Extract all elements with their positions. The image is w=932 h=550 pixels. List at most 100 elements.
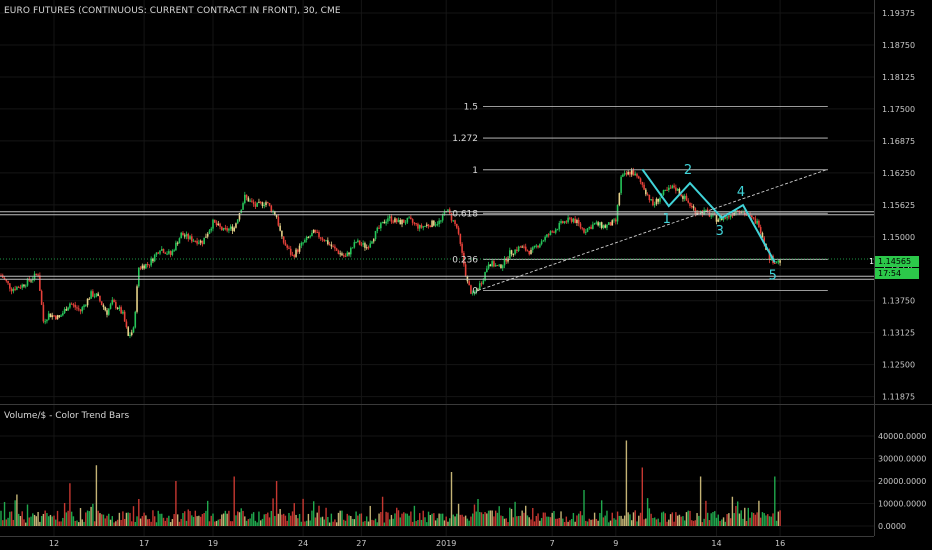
volume-bar <box>682 516 684 526</box>
volume-bar <box>646 498 649 526</box>
candle-body <box>337 250 340 254</box>
volume-bar <box>537 513 539 526</box>
candle-body <box>632 170 635 176</box>
volume-bar <box>30 516 32 526</box>
volume-bar <box>399 517 401 526</box>
volume-bar <box>97 510 99 526</box>
elliott-wave-label: 4 <box>737 185 745 200</box>
volume-bar <box>461 514 463 526</box>
fib-level-label: 1.5 <box>464 102 478 112</box>
candle-body <box>487 264 490 269</box>
candle-body <box>289 248 292 255</box>
candle-body <box>751 215 753 218</box>
volume-bar <box>21 511 23 526</box>
candle-body <box>132 327 135 333</box>
volume-bar <box>770 516 772 526</box>
candle-body <box>729 215 732 218</box>
candle-body <box>607 222 610 225</box>
volume-bar <box>313 501 315 526</box>
volume-bar <box>774 476 776 526</box>
candle-body <box>775 262 778 264</box>
volume-bar <box>484 512 486 526</box>
volume-bar <box>180 518 182 526</box>
chart-canvas[interactable]: 1.51.27210.6180.2360123451.193751.187501… <box>0 0 932 550</box>
volume-bar <box>169 522 172 526</box>
volume-bar <box>519 515 522 526</box>
volume-bar <box>701 522 704 526</box>
volume-bar <box>286 520 288 526</box>
volume-bar <box>691 520 693 526</box>
volume-bar <box>572 512 575 526</box>
candle-body <box>422 226 425 228</box>
volume-bar <box>284 515 287 526</box>
candle-body <box>758 220 760 228</box>
volume-bar <box>659 522 661 526</box>
volume-bar <box>67 510 69 526</box>
candle-body <box>334 246 336 249</box>
volume-bar <box>212 513 214 526</box>
volume-bar <box>362 521 364 526</box>
candle-body <box>79 309 82 312</box>
candle-body <box>708 211 711 217</box>
candle-body <box>369 243 372 248</box>
volume-bar <box>109 519 112 526</box>
candle-body <box>388 216 391 219</box>
volume-bar <box>371 519 373 526</box>
candle-body <box>288 247 290 249</box>
volume-bar <box>512 517 515 526</box>
candle-body <box>761 232 764 238</box>
volume-bar <box>452 514 454 526</box>
candle-body <box>595 222 598 224</box>
volume-bar <box>436 518 439 526</box>
candle-body <box>127 327 129 336</box>
candle-body <box>584 231 587 233</box>
volume-bar <box>215 520 218 526</box>
volume-bar <box>390 514 393 526</box>
candle-body <box>537 245 539 248</box>
volume-bar <box>162 517 165 526</box>
volume-bar <box>530 519 532 526</box>
candle-body <box>49 313 52 318</box>
volume-bar <box>316 512 318 526</box>
price-tick-label: 1.11875 <box>882 393 915 402</box>
volume-bar <box>403 512 405 526</box>
candle-body <box>76 307 78 309</box>
volume-bar <box>55 519 57 526</box>
candle-body <box>328 244 331 246</box>
candle-body <box>728 216 730 218</box>
volume-bar <box>599 513 601 526</box>
candle-body <box>215 222 218 226</box>
candle-body <box>300 242 303 246</box>
candle-body <box>192 240 195 242</box>
candle-body <box>339 253 341 255</box>
countdown-tag: 17:54 <box>875 268 919 279</box>
volume-bar <box>199 516 202 526</box>
volume-bar <box>25 522 27 526</box>
last-price-tag: 1.14565 <box>875 256 919 267</box>
volume-bar <box>39 521 41 526</box>
volume-bar <box>311 510 313 526</box>
candle-body <box>168 251 170 254</box>
volume-bar <box>636 521 638 526</box>
volume-bar <box>252 512 255 526</box>
candle-body <box>639 178 642 183</box>
candle-body <box>551 231 553 233</box>
candle-body <box>646 194 649 196</box>
volume-bar <box>99 513 101 526</box>
volume-bar <box>28 517 30 526</box>
volume-bar <box>272 498 274 526</box>
candle-body <box>44 321 46 323</box>
volume-bar <box>615 519 617 526</box>
volume-bar <box>570 518 573 526</box>
volume-bar <box>662 511 665 526</box>
candle-body <box>325 240 327 242</box>
candle-body <box>562 221 564 223</box>
candle-body <box>731 215 734 217</box>
volume-bar <box>749 517 751 526</box>
volume-bar <box>341 510 343 526</box>
volume-bar <box>666 521 668 526</box>
candle-body <box>102 305 105 308</box>
volume-bar <box>563 522 566 526</box>
candle-body <box>630 170 633 175</box>
candle-body <box>139 267 142 269</box>
